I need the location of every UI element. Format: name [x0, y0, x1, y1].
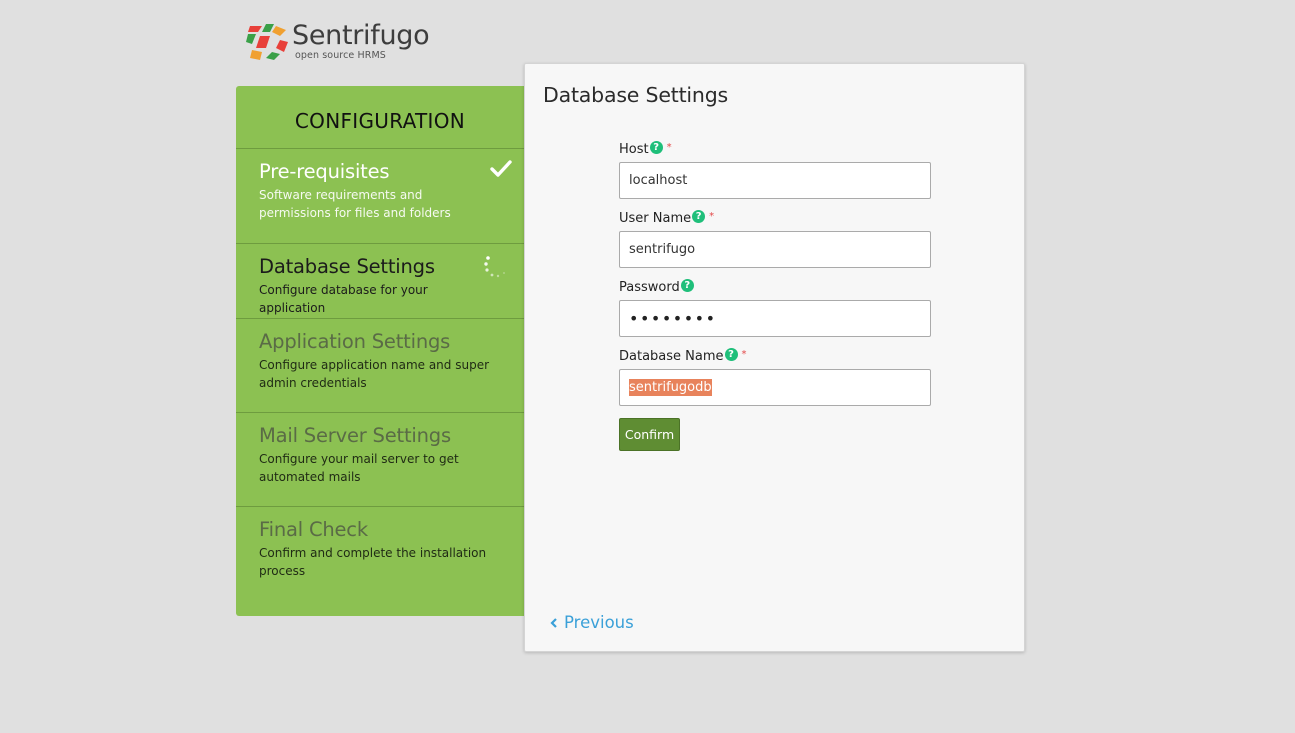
step-prerequisites[interactable]: Pre-requisites Software requirements and…: [236, 149, 524, 244]
username-field-group: User Name ? * sentrifugo: [619, 210, 931, 268]
database-settings-form: Host ? * localhost User Name ? * sentrif…: [619, 141, 931, 451]
previous-label: Previous: [564, 613, 634, 632]
required-marker: *: [709, 211, 715, 222]
check-icon: [490, 160, 512, 177]
step-title: Final Check: [259, 518, 368, 541]
username-input[interactable]: sentrifugo: [619, 231, 931, 268]
step-final-check[interactable]: Final Check Confirm and complete the ins…: [236, 507, 524, 601]
host-input[interactable]: localhost: [619, 162, 931, 199]
step-database-settings[interactable]: Database Settings Configure database for…: [236, 244, 524, 319]
sentrifugo-logo-icon: [246, 24, 288, 60]
database-name-input[interactable]: sentrifugodb: [619, 369, 931, 406]
loading-spinner-icon: [484, 256, 505, 278]
database-settings-panel: Database Settings Host ? * localhost Use…: [524, 63, 1025, 652]
brand-logo: Sentrifugo open source HRMS: [246, 20, 446, 62]
dbname-field-group: Database Name ? * sentrifugodb: [619, 348, 931, 406]
username-label: User Name: [619, 211, 692, 226]
step-application-settings[interactable]: Application Settings Configure applicati…: [236, 319, 524, 413]
required-marker: *: [741, 349, 747, 360]
password-label: Password: [619, 280, 680, 295]
step-description: Configure database for your application: [259, 283, 428, 315]
help-icon[interactable]: ?: [680, 279, 694, 292]
step-title: Pre-requisites: [259, 160, 390, 183]
host-field-group: Host ? * localhost: [619, 141, 931, 199]
help-icon[interactable]: ?: [692, 210, 706, 223]
step-description: Software requirements and permissions fo…: [259, 188, 451, 220]
host-label: Host: [619, 142, 649, 157]
host-value: localhost: [629, 173, 688, 188]
dbname-value: sentrifugodb: [629, 379, 712, 396]
previous-link[interactable]: Previous: [550, 613, 634, 632]
password-value: ••••••••: [629, 309, 717, 328]
password-field-group: Password ? ••••••••: [619, 279, 931, 337]
page-title: Database Settings: [543, 83, 729, 107]
username-value: sentrifugo: [629, 242, 696, 257]
step-description: Configure your mail server to get automa…: [259, 452, 459, 484]
password-input[interactable]: ••••••••: [619, 300, 931, 337]
required-marker: *: [666, 142, 672, 153]
sidebar-title: CONFIGURATION: [236, 86, 524, 149]
chevron-left-icon: [550, 617, 557, 628]
help-icon[interactable]: ?: [724, 348, 738, 361]
step-title: Database Settings: [259, 255, 435, 278]
brand-name: Sentrifugo: [292, 20, 430, 51]
confirm-button[interactable]: Confirm: [619, 418, 680, 451]
configuration-sidebar: CONFIGURATION Pre-requisites Software re…: [236, 86, 524, 616]
step-mail-server-settings[interactable]: Mail Server Settings Configure your mail…: [236, 413, 524, 507]
dbname-label: Database Name: [619, 349, 724, 364]
help-icon[interactable]: ?: [649, 141, 663, 154]
brand-tagline: open source HRMS: [295, 50, 386, 61]
step-description: Configure application name and super adm…: [259, 358, 490, 390]
step-title: Mail Server Settings: [259, 424, 451, 447]
step-description: Confirm and complete the installation pr…: [259, 546, 487, 578]
step-title: Application Settings: [259, 330, 451, 353]
